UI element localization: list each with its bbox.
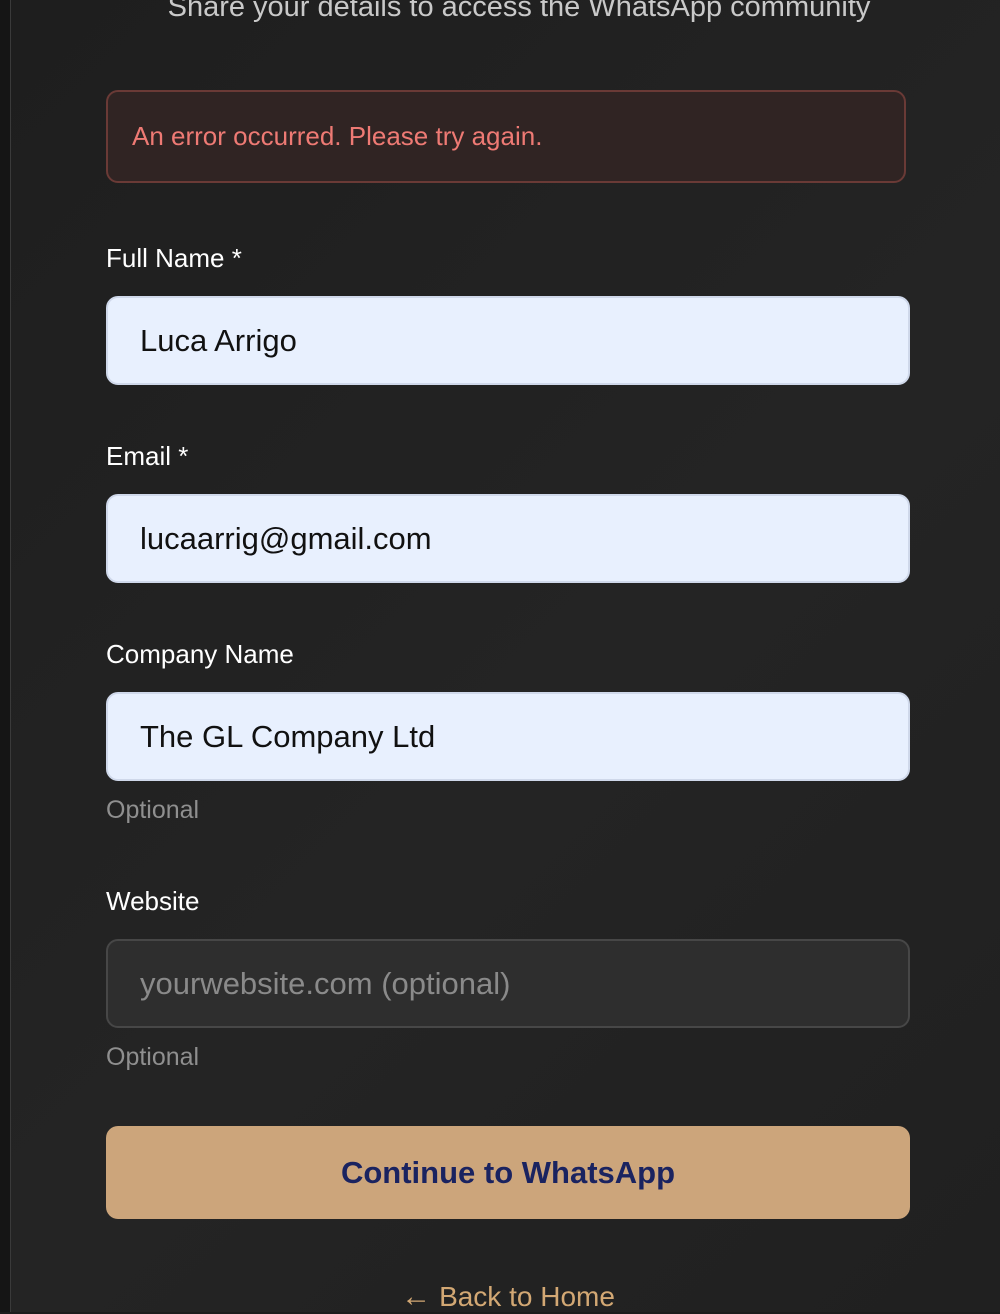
email-input[interactable] [106, 494, 910, 583]
website-optional-hint: Optional [106, 1043, 200, 1071]
continue-button-label: Continue to WhatsApp [340, 1154, 676, 1190]
error-message: An error occurred. Please try again. [132, 121, 543, 151]
company-optional-hint: Optional [106, 796, 200, 824]
left-rail [0, 0, 11, 1312]
back-to-home-link[interactable]: ← Back to Home [0, 1280, 1000, 1314]
website-input[interactable] [106, 939, 910, 1028]
email-label: Email * [106, 441, 189, 471]
company-name-input[interactable] [106, 692, 910, 781]
page-subtitle: Share your details to access the WhatsAp… [167, 0, 871, 23]
back-to-home-label: Back to Home [439, 1281, 615, 1312]
website-label: Website [106, 886, 200, 916]
full-name-label: Full Name * [106, 243, 242, 273]
full-name-input[interactable] [106, 296, 910, 385]
error-alert: An error occurred. Please try again. [106, 90, 906, 183]
left-arrow-icon: ← [401, 1280, 432, 1313]
continue-to-whatsapp-button[interactable]: Continue to WhatsApp [106, 1126, 910, 1219]
company-name-label: Company Name [106, 639, 294, 669]
